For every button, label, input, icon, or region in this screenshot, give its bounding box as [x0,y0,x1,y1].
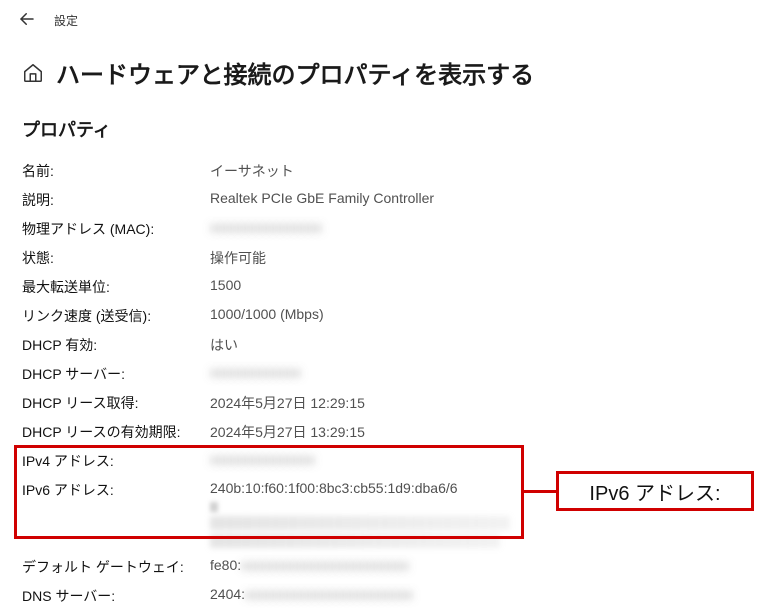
row-dhcp-enabled: DHCP 有効: はい [22,330,758,359]
app-title: 設定 [54,12,78,29]
ipv6-redacted-line [210,516,510,530]
back-arrow-icon [18,10,36,28]
label-dhcp-lease: DHCP リース取得: [22,393,210,413]
ipv6-redacted-line [210,534,500,548]
label-dhcp-server: DHCP サーバー: [22,364,210,384]
value-ipv6: 240b:10:f60:1f00:8bc3:cb55:1d9:dba6/6 [210,480,458,496]
value-mtu: 1500 [210,277,241,293]
row-link-speed: リンク速度 (送受信): 1000/1000 (Mbps) [22,301,758,330]
gateway-prefix: fe80: [210,557,241,573]
value-dns: 2404:xxxxxxxxxxxxxxxxxxxxxxxx [210,586,413,602]
value-dhcp-server: xxxxxxxxxxxxx [210,364,301,380]
row-gateway: デフォルト ゲートウェイ: fe80:xxxxxxxxxxxxxxxxxxxxx… [22,552,758,581]
label-link-speed: リンク速度 (送受信): [22,306,210,326]
value-link-speed: 1000/1000 (Mbps) [210,306,324,322]
row-status: 状態: 操作可能 [22,243,758,272]
row-mac: 物理アドレス (MAC): xxxxxxxxxxxxxxxx [22,214,758,243]
page-header: ハードウェアと接続のプロパティを表示する [0,31,780,100]
dns-prefix: 2404: [210,586,245,602]
callout-ipv6-label: IPv6 アドレス: [556,471,754,511]
page-title: ハードウェアと接続のプロパティを表示する [56,55,534,90]
label-description: 説明: [22,190,210,210]
value-dhcp-expiry: 2024年5月27日 13:29:15 [210,422,365,442]
properties-list: 名前: イーサネット 説明: Realtek PCIe GbE Family C… [0,156,780,610]
section-label: プロパティ [0,100,780,156]
row-description: 説明: Realtek PCIe GbE Family Controller [22,185,758,214]
value-gateway: fe80:xxxxxxxxxxxxxxxxxxxxxxxx [210,557,409,573]
label-dns: DNS サーバー: [22,586,210,606]
label-ipv6: IPv6 アドレス: [22,480,210,500]
callout-text: IPv6 アドレス: [589,477,720,506]
value-description: Realtek PCIe GbE Family Controller [210,190,434,206]
label-mac: 物理アドレス (MAC): [22,219,210,239]
label-status: 状態: [22,248,210,268]
dns-rest: xxxxxxxxxxxxxxxxxxxxxxxx [245,586,413,602]
label-ipv4: IPv4 アドレス: [22,451,210,471]
label-mtu: 最大転送単位: [22,277,210,297]
label-gateway: デフォルト ゲートウェイ: [22,557,210,577]
value-mac: xxxxxxxxxxxxxxxx [210,219,322,235]
back-button[interactable] [18,10,36,31]
row-name: 名前: イーサネット [22,156,758,185]
value-name: イーサネット [210,161,294,181]
row-dns: DNS サーバー: 2404:xxxxxxxxxxxxxxxxxxxxxxxx [22,581,758,610]
row-dhcp-server: DHCP サーバー: xxxxxxxxxxxxx [22,359,758,388]
gateway-rest: xxxxxxxxxxxxxxxxxxxxxxxx [241,557,409,573]
label-name: 名前: [22,161,210,181]
callout-connector-line [524,490,558,493]
value-dhcp-lease: 2024年5月27日 12:29:15 [210,393,365,413]
row-dhcp-lease: DHCP リース取得: 2024年5月27日 12:29:15 [22,388,758,417]
label-dhcp-expiry: DHCP リースの有効期限: [22,422,210,442]
row-mtu: 最大転送単位: 1500 [22,272,758,301]
value-status: 操作可能 [210,248,266,268]
home-icon[interactable] [22,62,44,84]
label-dhcp-enabled: DHCP 有効: [22,335,210,355]
value-ipv4: xxxxxxxxxxxxxxx [210,451,315,467]
row-dhcp-expiry: DHCP リースの有効期限: 2024年5月27日 13:29:15 [22,417,758,446]
ipv6-fragment [210,502,218,512]
value-dhcp-enabled: はい [210,335,238,355]
top-bar: 設定 [0,0,780,31]
